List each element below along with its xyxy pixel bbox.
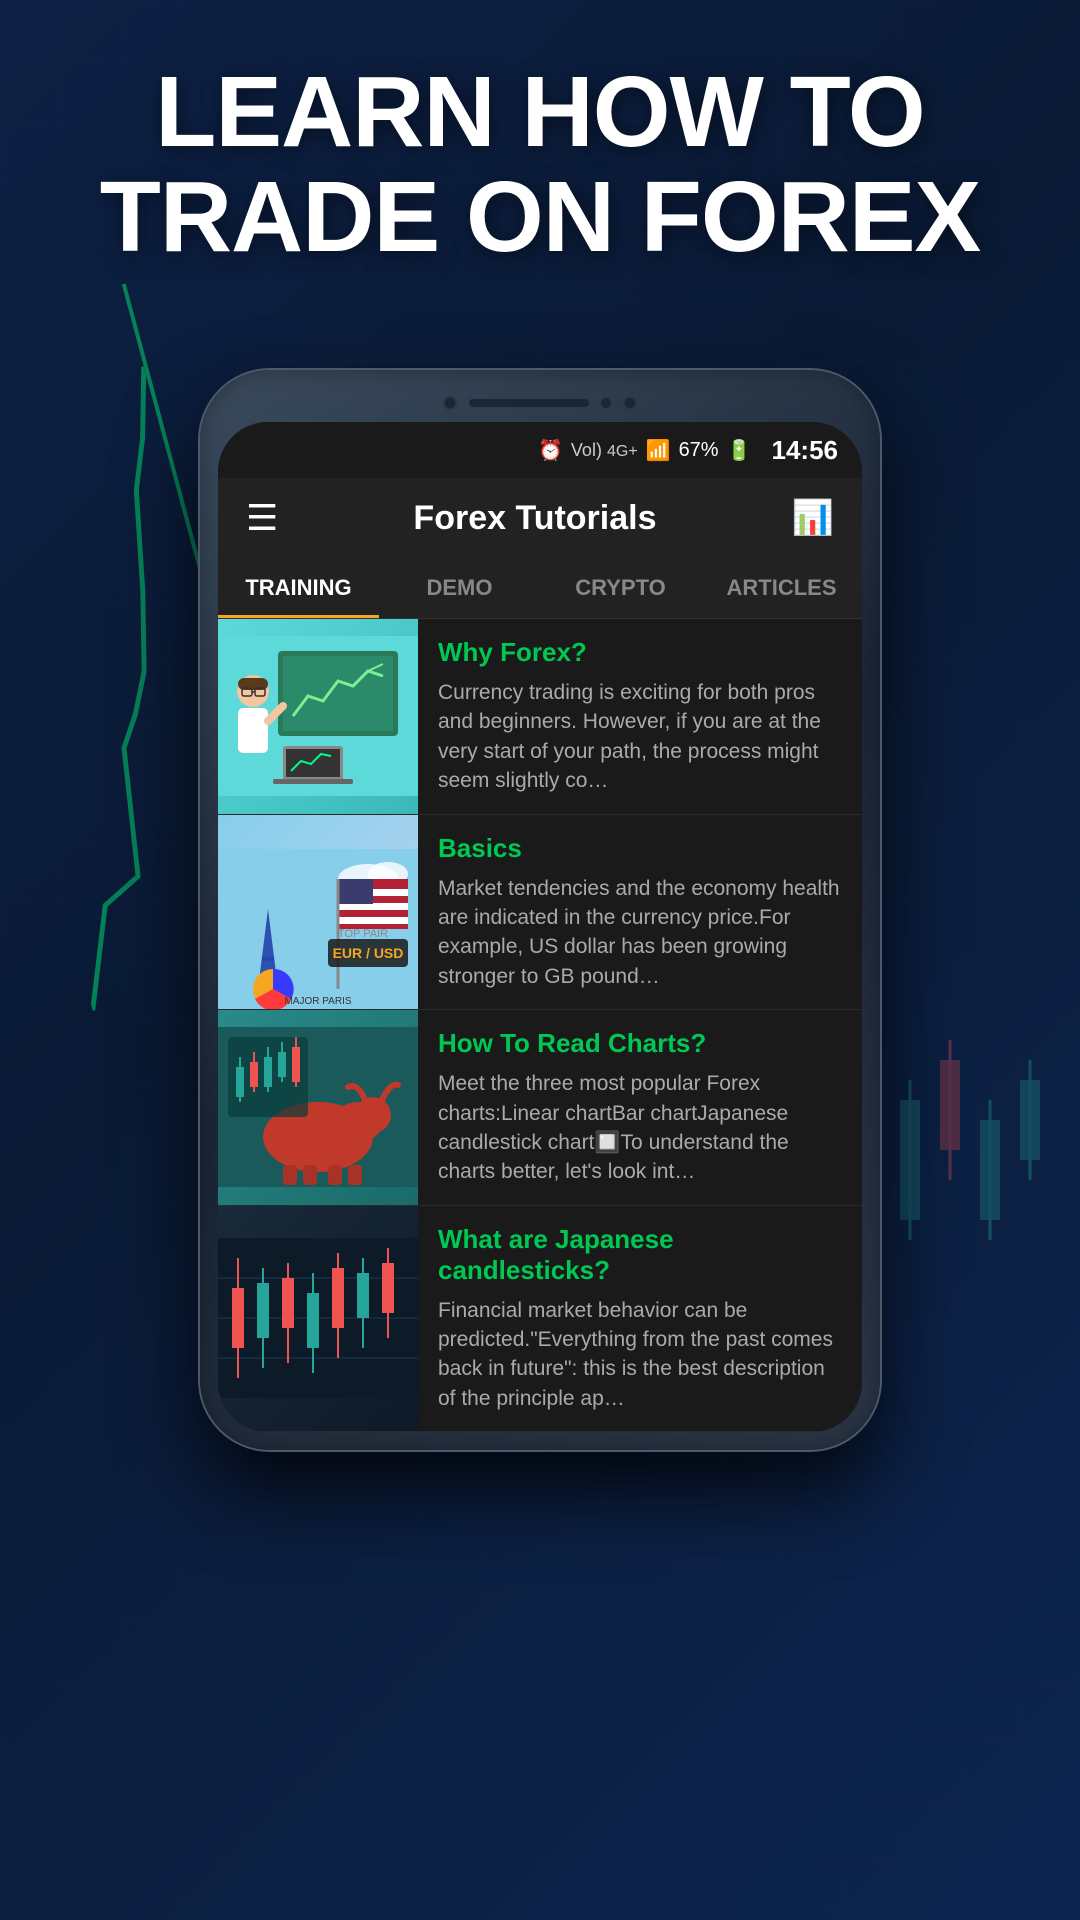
charts-illustration [218, 1027, 418, 1187]
phone-speaker [469, 399, 589, 407]
phone-mockup: ⏰ Vol) 4G+ 📶 67% 🔋 14:56 ☰ Forex Tutoria… [200, 370, 880, 1450]
app-header: ☰ Forex Tutorials 📊 [218, 478, 862, 558]
chart-trending-icon[interactable]: 📊 [792, 498, 834, 538]
article-title: How To Read Charts? [438, 1028, 842, 1059]
article-excerpt: Currency trading is exciting for both pr… [438, 678, 842, 796]
network-bars-icon: 📶 [646, 438, 671, 463]
article-excerpt: Meet the three most popular Forex charts… [438, 1069, 842, 1187]
article-title: What are Japanese candlesticks? [438, 1224, 842, 1286]
article-thumbnail [218, 1206, 418, 1432]
tab-training[interactable]: TRAINING [218, 558, 379, 618]
svg-text:TOP PAIR: TOP PAIR [338, 928, 388, 940]
alarm-icon: ⏰ [538, 438, 563, 463]
app-title: Forex Tutorials [413, 499, 656, 538]
article-content: How To Read Charts? Meet the three most … [418, 1010, 862, 1205]
signal-text: Vol) 4G+ [571, 440, 638, 461]
tab-articles-label: ARTICLES [727, 575, 837, 601]
why-forex-illustration [218, 636, 418, 796]
phone-screen: ⏰ Vol) 4G+ 📶 67% 🔋 14:56 ☰ Forex Tutoria… [218, 422, 862, 1432]
phone-outer-frame: ⏰ Vol) 4G+ 📶 67% 🔋 14:56 ☰ Forex Tutoria… [200, 370, 880, 1450]
article-thumbnail [218, 619, 418, 814]
tab-crypto-label: CRYPTO [575, 575, 665, 601]
hero-line2: TRADE ON FOREX [100, 161, 980, 273]
phone-sensor [601, 398, 611, 408]
tab-demo-label: DEMO [427, 575, 493, 601]
svg-text:MAJOR PARIS: MAJOR PARIS [284, 996, 351, 1007]
hero-title: LEARN HOW TO TRADE ON FOREX [40, 60, 1040, 270]
article-excerpt: Financial market behavior can be predict… [438, 1296, 842, 1414]
tab-training-label: TRAINING [245, 575, 351, 601]
phone-camera [443, 396, 457, 410]
article-content: What are Japanese candlesticks? Financia… [418, 1206, 862, 1432]
status-time: 14:56 [772, 435, 839, 466]
article-excerpt: Market tendencies and the economy health… [438, 874, 842, 992]
article-title: Basics [438, 833, 842, 864]
article-item[interactable]: What are Japanese candlesticks? Financia… [218, 1206, 862, 1433]
article-content: Basics Market tendencies and the economy… [418, 815, 862, 1010]
article-item[interactable]: How To Read Charts? Meet the three most … [218, 1010, 862, 1206]
hero-line1: LEARN HOW TO [155, 56, 924, 168]
phone-top-bar [218, 388, 862, 418]
hero-section: LEARN HOW TO TRADE ON FOREX [0, 60, 1080, 270]
hamburger-menu-icon[interactable]: ☰ [246, 497, 278, 539]
article-thumbnail: EUR / USD TOP PAIR MAJOR PARIS [218, 815, 418, 1010]
svg-text:EUR / USD: EUR / USD [333, 945, 404, 961]
tab-crypto[interactable]: CRYPTO [540, 558, 701, 618]
status-bar: ⏰ Vol) 4G+ 📶 67% 🔋 14:56 [218, 422, 862, 478]
battery-icon: 🔋 [727, 438, 752, 463]
phone-front-camera2 [623, 396, 637, 410]
tab-articles[interactable]: ARTICLES [701, 558, 862, 618]
thumb-candlesticks [218, 1206, 418, 1432]
basics-illustration: EUR / USD TOP PAIR MAJOR PARIS [218, 849, 418, 1009]
tab-bar: TRAINING DEMO CRYPTO ARTICLES [218, 558, 862, 619]
thumb-basics: EUR / USD TOP PAIR MAJOR PARIS [218, 815, 418, 1010]
battery-pct: 67% [679, 439, 719, 462]
article-title: Why Forex? [438, 637, 842, 668]
article-item[interactable]: Why Forex? Currency trading is exciting … [218, 619, 862, 815]
tab-demo[interactable]: DEMO [379, 558, 540, 618]
article-list: Why Forex? Currency trading is exciting … [218, 619, 862, 1432]
article-thumbnail [218, 1010, 418, 1205]
article-content: Why Forex? Currency trading is exciting … [418, 619, 862, 814]
status-icons: ⏰ Vol) 4G+ 📶 67% 🔋 [538, 438, 751, 463]
candlesticks-illustration [218, 1238, 418, 1398]
article-item[interactable]: EUR / USD TOP PAIR MAJOR PARIS [218, 815, 862, 1011]
thumb-why-forex [218, 619, 418, 814]
thumb-charts [218, 1010, 418, 1205]
